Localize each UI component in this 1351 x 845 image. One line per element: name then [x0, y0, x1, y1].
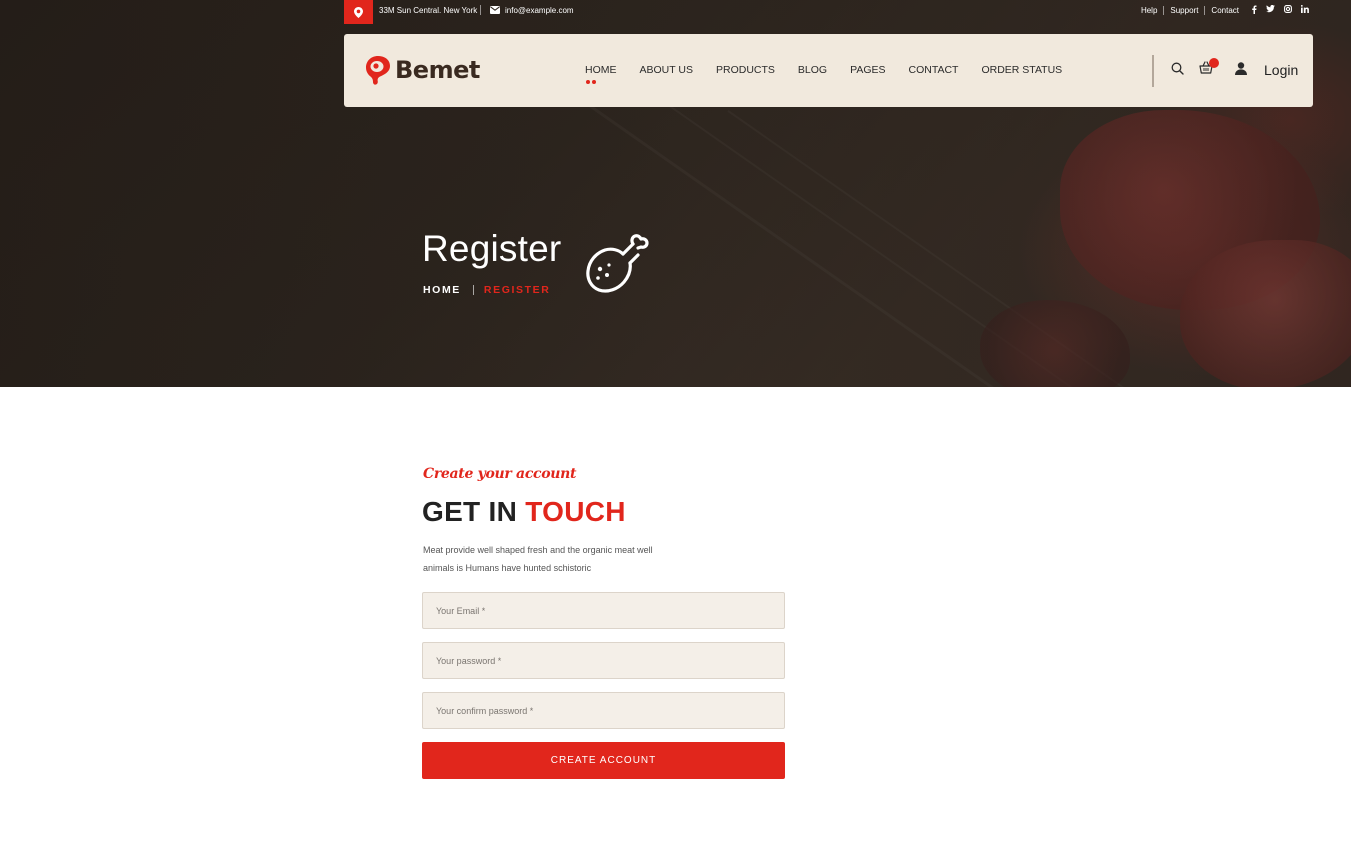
user-icon[interactable] [1235, 62, 1247, 80]
top-links: Help Support Contact [1141, 4, 1309, 16]
steak-logo-icon [366, 56, 390, 85]
heading-part-2: TOUCH [525, 496, 626, 527]
nav-pages[interactable]: PAGES [850, 64, 885, 76]
breadcrumb-home[interactable]: HOME [423, 284, 461, 296]
facebook-icon[interactable] [1251, 5, 1257, 16]
main-menu: HOME ABOUT US PRODUCTS BLOG PAGES CONTAC… [585, 64, 1085, 84]
divider [1204, 6, 1206, 15]
active-indicator [586, 80, 596, 84]
section-description: Meat provide well shaped fresh and the o… [423, 545, 653, 573]
nav-products[interactable]: PRODUCTS [716, 64, 775, 76]
twitter-icon[interactable] [1266, 4, 1275, 16]
divider [472, 285, 474, 295]
nav-home-label: HOME [585, 64, 617, 76]
create-account-button[interactable]: CREATE ACCOUNT [422, 742, 785, 779]
nav-about-us[interactable]: ABOUT US [640, 64, 693, 76]
nav-home[interactable]: HOME [585, 64, 617, 84]
contact-link[interactable]: Contact [1211, 6, 1239, 15]
location-pin-icon [344, 0, 373, 24]
divider [1152, 55, 1154, 87]
heading-part-1: GET IN [422, 496, 518, 527]
page-title: Register [422, 228, 562, 269]
linkedin-icon[interactable] [1300, 5, 1309, 16]
breadcrumb-current: REGISTER [483, 284, 551, 296]
chicken-leg-icon [586, 234, 649, 293]
cart-badge [1209, 58, 1219, 68]
section-heading: GET IN TOUCH [422, 496, 626, 528]
help-link[interactable]: Help [1141, 6, 1157, 15]
confirm-password-field[interactable] [422, 692, 785, 729]
site-logo[interactable]: Bemet [363, 54, 480, 86]
password-field[interactable] [422, 642, 785, 679]
cart-button[interactable] [1199, 58, 1219, 79]
logo-text: Bemet [395, 56, 480, 84]
main-navbar: Bemet HOME ABOUT US PRODUCTS BLOG PAGES … [344, 34, 1313, 107]
social-links [1251, 4, 1309, 16]
top-bar: 33M Sun Central. New York info@example.c… [344, 0, 1313, 24]
envelope-icon [490, 6, 500, 16]
email-link[interactable]: info@example.com [505, 6, 574, 15]
nav-contact[interactable]: CONTACT [909, 64, 959, 76]
nav-order-status[interactable]: ORDER STATUS [981, 64, 1062, 76]
email-field[interactable] [422, 592, 785, 629]
address-text: 33M Sun Central. New York [379, 6, 478, 15]
section-kicker: Create your account [423, 466, 577, 482]
divider [480, 5, 481, 15]
instagram-icon[interactable] [1284, 5, 1292, 16]
search-icon[interactable] [1171, 62, 1184, 80]
login-link[interactable]: Login [1264, 62, 1298, 78]
support-link[interactable]: Support [1170, 6, 1198, 15]
nav-blog[interactable]: BLOG [798, 64, 827, 76]
divider [1163, 6, 1165, 15]
breadcrumb: HOME REGISTER [423, 284, 550, 296]
